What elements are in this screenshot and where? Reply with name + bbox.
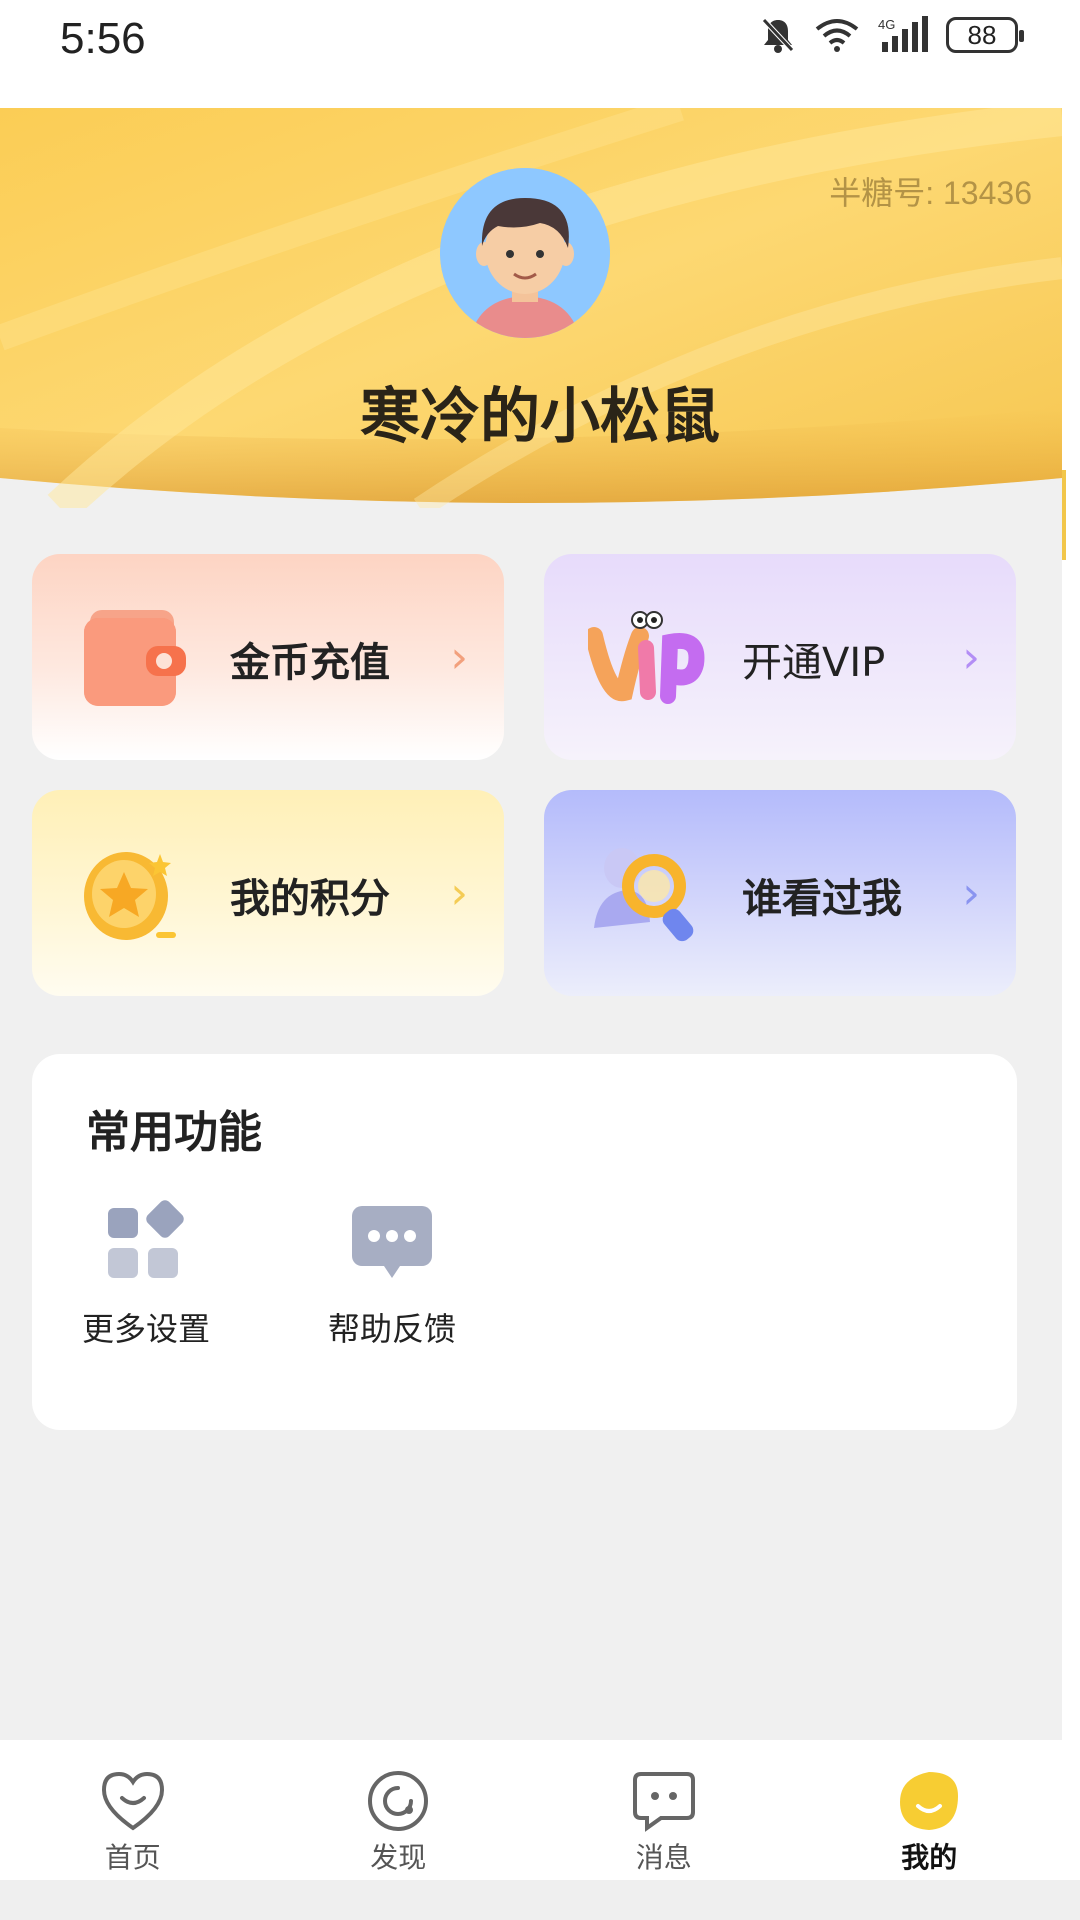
scroll-indicator: [1062, 470, 1066, 560]
bottom-tab-bar: 首页 发现 消息 我的: [0, 1740, 1062, 1880]
card-label: 我的积分: [230, 876, 390, 922]
tab-discover[interactable]: 发现: [266, 1740, 532, 1880]
visitors-card[interactable]: 谁看过我 ›: [544, 790, 1016, 996]
status-time: 5:56: [60, 14, 146, 63]
vip-icon: [588, 611, 705, 704]
card-label: 开通VIP: [742, 640, 886, 686]
signal-icon: 4G: [878, 16, 928, 52]
status-icons: 4G 88: [760, 16, 1024, 54]
function-label: 帮助反馈: [327, 1310, 456, 1348]
profile-header: 半糖号: 13436 寒冷的小松鼠: [0, 108, 1062, 508]
points-card[interactable]: 我的积分 ›: [32, 790, 504, 996]
card-label: 谁看过我: [742, 876, 902, 922]
heart-smile-icon: [101, 1771, 164, 1831]
me-icon: [900, 1772, 959, 1830]
visitor-magnifier-icon: [594, 848, 694, 942]
grid-settings-icon: [108, 1200, 184, 1278]
mute-icon: [762, 18, 794, 53]
section-title: 常用功能: [86, 1107, 262, 1158]
wallet-icon: [84, 610, 186, 706]
more-settings-button[interactable]: 更多设置: [66, 1200, 226, 1350]
svg-text:4G: 4G: [878, 17, 895, 32]
profile-screen: 5:56 4G 88 半糖号: 13436 寒冷的小松鼠 金币充值 › 开通VI…: [0, 0, 1080, 1920]
avatar[interactable]: [440, 168, 610, 338]
star-coin-icon: [84, 852, 176, 940]
vip-card[interactable]: 开通VIP ›: [544, 554, 1016, 760]
chat-bubble-icon: [352, 1206, 432, 1278]
message-icon: [632, 1772, 695, 1832]
tab-me[interactable]: 我的: [797, 1740, 1063, 1880]
chevron-right-icon: ›: [962, 632, 980, 683]
chevron-right-icon: ›: [450, 868, 468, 919]
wifi-icon: [815, 19, 859, 52]
tab-label: 发现: [370, 1841, 427, 1874]
card-label: 金币充值: [230, 640, 390, 686]
avatar-icon: [440, 168, 610, 338]
tab-messages[interactable]: 消息: [531, 1740, 797, 1880]
tab-home[interactable]: 首页: [0, 1740, 266, 1880]
chevron-right-icon: ›: [450, 632, 468, 683]
coin-recharge-card[interactable]: 金币充值 ›: [32, 554, 504, 760]
tab-label: 消息: [635, 1841, 692, 1874]
username: 寒冷的小松鼠: [360, 382, 720, 452]
discover-icon: [368, 1771, 429, 1831]
help-feedback-button[interactable]: 帮助反馈: [312, 1200, 472, 1350]
tab-label: 首页: [104, 1841, 161, 1874]
chevron-right-icon: ›: [962, 868, 980, 919]
user-id: 半糖号: 13436: [829, 175, 1032, 211]
navigation-bar: [0, 1880, 1080, 1920]
function-label: 更多设置: [81, 1310, 210, 1348]
status-bar: 5:56 4G 88: [0, 0, 1080, 108]
common-functions-panel: 常用功能 更多设置 帮助反馈: [32, 1054, 1017, 1430]
right-edge: [1062, 108, 1080, 1920]
tab-label: 我的: [901, 1841, 958, 1874]
battery-icon: 88: [946, 17, 1024, 53]
